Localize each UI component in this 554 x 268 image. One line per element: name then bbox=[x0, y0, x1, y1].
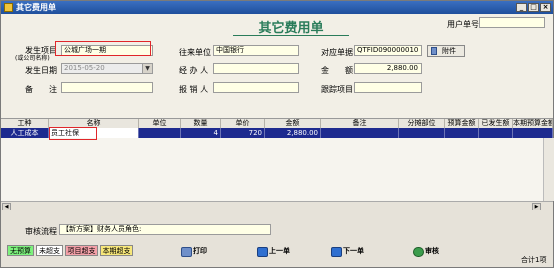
ref-doc-label: 对应单据 bbox=[321, 48, 353, 57]
title-underline bbox=[233, 35, 349, 36]
audit-label: 审核 bbox=[425, 247, 439, 255]
col-header[interactable]: 数量 bbox=[181, 119, 221, 128]
reporter-field[interactable] bbox=[213, 82, 299, 93]
track-label: 跟踪项目 bbox=[321, 85, 353, 94]
col-header[interactable]: 单位 bbox=[139, 119, 181, 128]
partner-label: 往来单位 bbox=[179, 48, 211, 57]
arrow-left-icon bbox=[257, 247, 268, 257]
close-button[interactable]: × bbox=[540, 3, 551, 12]
date-label: 发生日期 bbox=[25, 66, 57, 75]
form-header: 其它费用单 用户单号 发生项目 (或公司名称) 公城广场一期 往来单位 中国银行… bbox=[1, 14, 553, 118]
printer-icon bbox=[181, 247, 192, 257]
window-title: 其它费用单 bbox=[16, 3, 56, 12]
highlight-box-project bbox=[55, 41, 151, 56]
date-value: 2015-05-20 bbox=[64, 64, 105, 72]
flow-label: 审核流程 bbox=[25, 227, 57, 236]
cell-period-budget[interactable] bbox=[513, 128, 553, 138]
cell-occurred[interactable] bbox=[479, 128, 513, 138]
cell-type[interactable]: 人工成本 bbox=[1, 128, 49, 138]
document-title: 其它费用单 bbox=[258, 21, 324, 36]
prev-button[interactable]: 上一单 bbox=[257, 246, 303, 257]
chevron-down-icon[interactable]: ▼ bbox=[142, 64, 152, 73]
col-header[interactable]: 本期预算金额 bbox=[513, 119, 553, 128]
reporter-label: 报 销 人 bbox=[179, 85, 209, 94]
attach-button[interactable]: 附件 bbox=[427, 45, 465, 57]
next-button[interactable]: 下一单 bbox=[331, 246, 377, 257]
track-field[interactable] bbox=[354, 82, 422, 93]
amount-field[interactable]: 2,880.00 bbox=[354, 63, 422, 74]
col-header[interactable]: 备注 bbox=[321, 119, 399, 128]
user-no-label: 用户单号 bbox=[447, 20, 479, 29]
cell-unit[interactable] bbox=[139, 128, 181, 138]
user-no-field[interactable] bbox=[479, 17, 545, 28]
total-count: 合计1项 bbox=[521, 256, 547, 264]
audit-button[interactable]: 审核 bbox=[413, 246, 453, 257]
minimize-button[interactable]: _ bbox=[516, 3, 527, 12]
col-header[interactable]: 单价 bbox=[221, 119, 265, 128]
col-header[interactable]: 已发生额 bbox=[479, 119, 513, 128]
handler-label: 经 办 人 bbox=[179, 66, 209, 75]
flow-field[interactable]: 【新方案】财务人员角色: bbox=[59, 224, 271, 235]
detail-grid[interactable]: 工种 名称 单位 数量 单价 金额 备注 分摊部位 预算金额 已发生额 本期预算… bbox=[1, 118, 554, 212]
ref-doc-field[interactable]: QTFID090000010 bbox=[354, 45, 422, 56]
cell-amount[interactable]: 2,880.00 bbox=[265, 128, 321, 138]
main-window: 其它费用单 _ □ × 其它费用单 用户单号 发生项目 (或公司名称) 公城广场… bbox=[0, 0, 554, 268]
date-field[interactable]: 2015-05-20 ▼ bbox=[61, 63, 153, 74]
paperclip-icon bbox=[431, 47, 437, 55]
legend-period-over: 本期超支 bbox=[100, 245, 133, 256]
note-label: 备 注 bbox=[25, 85, 57, 94]
cell-budget[interactable] bbox=[445, 128, 479, 138]
cell-part[interactable] bbox=[399, 128, 445, 138]
maximize-button[interactable]: □ bbox=[528, 3, 539, 12]
check-icon bbox=[413, 247, 424, 257]
col-header[interactable]: 工种 bbox=[1, 119, 49, 128]
cell-qty[interactable]: 4 bbox=[181, 128, 221, 138]
note-field[interactable] bbox=[61, 82, 153, 93]
prev-label: 上一单 bbox=[269, 247, 290, 255]
occur-project-sublabel: (或公司名称) bbox=[15, 55, 50, 62]
app-icon bbox=[4, 3, 13, 12]
col-header[interactable]: 预算金额 bbox=[445, 119, 479, 128]
legend-no-budget: 无预算 bbox=[7, 245, 34, 256]
partner-field[interactable]: 中国银行 bbox=[213, 45, 299, 56]
print-label: 打印 bbox=[193, 247, 207, 255]
next-label: 下一单 bbox=[343, 247, 364, 255]
arrow-right-icon bbox=[331, 247, 342, 257]
cell-price[interactable]: 720 bbox=[221, 128, 265, 138]
cell-note[interactable] bbox=[321, 128, 399, 138]
legend-project-over: 项目超支 bbox=[65, 245, 98, 256]
attach-label: 附件 bbox=[442, 47, 456, 55]
print-button[interactable]: 打印 bbox=[181, 246, 221, 257]
vertical-scrollbar[interactable] bbox=[543, 138, 554, 201]
col-header[interactable]: 金额 bbox=[265, 119, 321, 128]
col-header[interactable]: 分摊部位 bbox=[399, 119, 445, 128]
highlight-box-name bbox=[49, 127, 97, 140]
title-bar: 其它费用单 _ □ × bbox=[1, 1, 553, 14]
amount-label: 金 额 bbox=[321, 66, 353, 75]
footer-panel: 审核流程 【新方案】财务人员角色: 无预算 未超支 项目超支 本期超支 打印 上… bbox=[1, 210, 553, 267]
handler-field[interactable] bbox=[213, 63, 299, 74]
legend-not-over: 未超支 bbox=[36, 245, 63, 256]
